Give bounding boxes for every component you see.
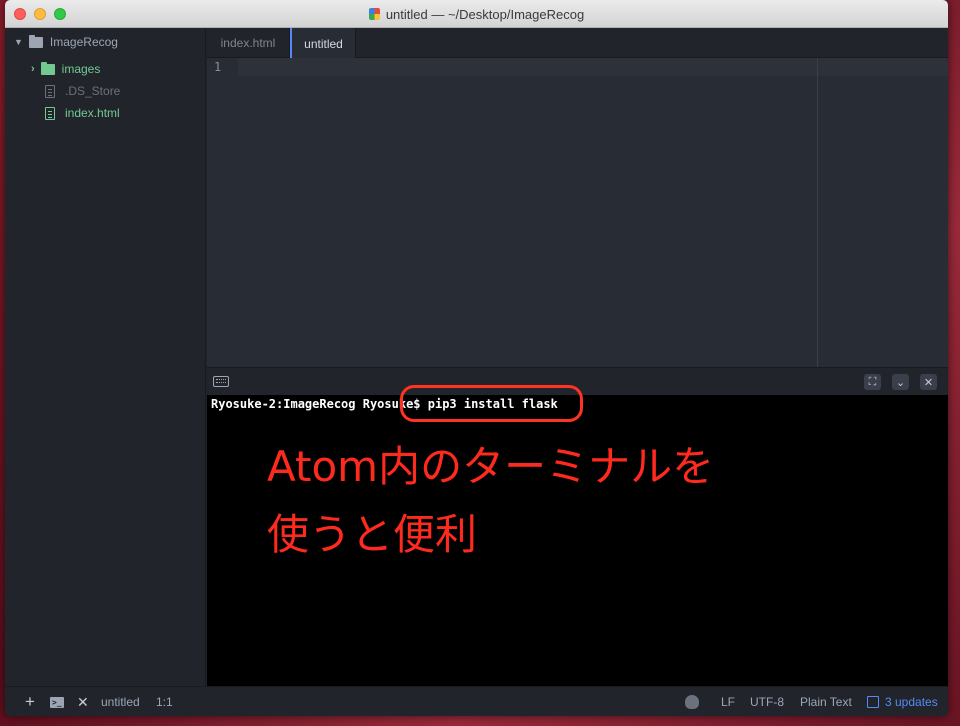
close-icon: ✕	[923, 376, 934, 389]
tree-item-label: index.html	[65, 106, 120, 120]
close-terminal-button[interactable]: ✕	[920, 374, 937, 390]
package-icon	[867, 696, 879, 708]
window-title-group: untitled — ~/Desktop/ImageRecog	[5, 0, 948, 28]
maximize-icon: ⛶	[868, 375, 877, 388]
close-all-terminals-button[interactable]: ✕	[77, 687, 89, 716]
command-highlight-circle	[400, 385, 583, 422]
line-number: 1	[214, 60, 222, 74]
tree-item-ds-store[interactable]: .DS_Store	[45, 84, 120, 98]
status-filename[interactable]: untitled	[101, 687, 140, 716]
tree-view: ▼ ImageRecog › images .DS_Store index.ht…	[5, 28, 206, 686]
project-name: ImageRecog	[49, 35, 118, 49]
title-bar: untitled — ~/Desktop/ImageRecog	[5, 0, 948, 28]
updates-label: 3 updates	[885, 695, 938, 709]
hide-terminal-button[interactable]: ⌄	[892, 374, 909, 390]
tab-bar: index.html untitled	[207, 28, 948, 59]
line-ending-selector[interactable]: LF	[721, 687, 735, 716]
wrap-guide	[817, 58, 818, 367]
folder-icon	[28, 34, 43, 48]
tree-item-label: .DS_Store	[65, 84, 121, 98]
squirrel-icon-button[interactable]	[685, 687, 699, 716]
chevron-right-icon: ›	[31, 63, 35, 75]
status-bar: + >_ ✕ untitled 1:1 LF UTF-8 Plain Text …	[5, 686, 948, 716]
squirrel-icon	[685, 695, 699, 709]
keyboard-icon	[213, 376, 229, 387]
terminal-view[interactable]: Ryosuke-2:ImageRecog Ryosuke$ pip3 insta…	[207, 385, 948, 686]
cursor-line-highlight	[238, 58, 948, 76]
maximize-terminal-button[interactable]: ⛶	[864, 374, 881, 390]
encoding-selector[interactable]: UTF-8	[750, 687, 784, 716]
text-editor[interactable]: 1	[207, 58, 948, 367]
tab-index-html[interactable]: index.html	[207, 28, 290, 58]
tree-item-index-html[interactable]: index.html	[45, 106, 120, 120]
close-icon: ✕	[77, 693, 89, 710]
file-text-icon	[45, 84, 55, 98]
folder-icon	[40, 61, 55, 75]
annotation-text-line-2: 使うと便利	[267, 510, 478, 559]
cursor-position[interactable]: 1:1	[156, 687, 173, 716]
terminal-icon: >_	[50, 696, 64, 708]
document-icon	[368, 8, 380, 20]
chevron-down-icon: ⌄	[895, 376, 906, 389]
grammar-selector[interactable]: Plain Text	[800, 687, 852, 716]
annotation-text-line-1: Atom内のターミナルを	[267, 442, 715, 491]
tree-item-images[interactable]: › images	[31, 61, 101, 76]
new-terminal-button[interactable]: +	[25, 687, 35, 716]
atom-window: untitled — ~/Desktop/ImageRecog ▼ ImageR…	[5, 0, 948, 716]
tree-item-label: images	[61, 62, 101, 76]
file-text-icon	[45, 106, 55, 120]
tab-untitled[interactable]: untitled	[290, 28, 356, 59]
chevron-down-icon: ▼	[14, 37, 23, 47]
window-title: untitled — ~/Desktop/ImageRecog	[385, 6, 585, 22]
plus-icon: +	[25, 692, 35, 711]
updates-link[interactable]: 3 updates	[867, 687, 938, 716]
terminal-toggle-button[interactable]: >_	[50, 687, 64, 716]
project-root[interactable]: ▼ ImageRecog	[14, 34, 118, 49]
